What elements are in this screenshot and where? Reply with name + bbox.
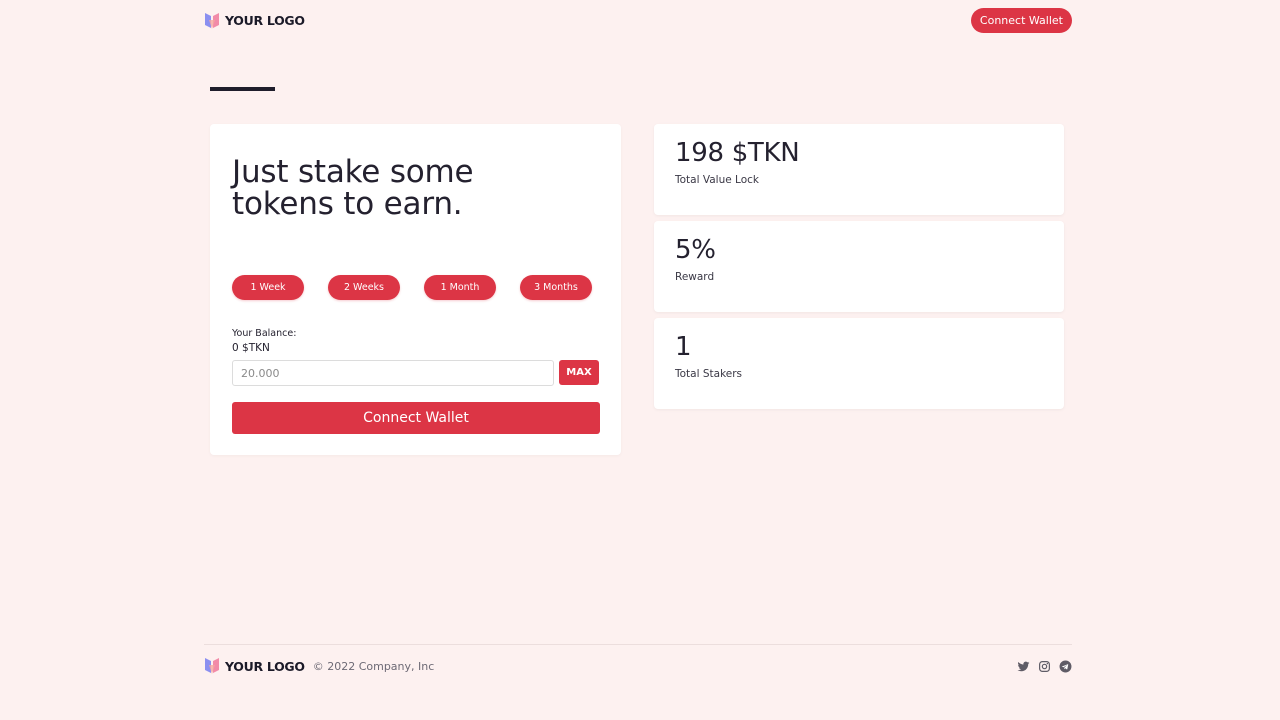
footer-divider	[204, 644, 1072, 645]
period-button-2-weeks[interactable]: 2 Weeks	[328, 275, 400, 300]
social-links	[1017, 660, 1072, 673]
logo-icon	[205, 658, 219, 674]
stake-connect-wallet-button[interactable]: Connect Wallet	[232, 402, 600, 434]
stake-card: Just stake some tokens to earn. 1 Week 2…	[210, 124, 621, 455]
site-header: YOUR LOGO Connect Wallet	[204, 8, 1072, 33]
header-logo[interactable]: YOUR LOGO	[204, 12, 305, 30]
stake-headline: Just stake some tokens to earn.	[232, 154, 474, 222]
period-selector: 1 Week 2 Weeks 1 Month 3 Months	[232, 275, 592, 300]
stat-card-total-stakers: 1 Total Stakers	[654, 318, 1064, 409]
copyright-text: © 2022 Company, Inc	[312, 659, 435, 673]
stat-value: 1	[675, 332, 692, 362]
footer-brand: YOUR LOGO © 2022 Company, Inc	[204, 657, 434, 675]
twitter-icon[interactable]	[1017, 660, 1030, 673]
logo-text: YOUR LOGO	[225, 658, 305, 674]
stake-amount-input[interactable]	[232, 360, 554, 386]
balance-value: 0 $TKN	[232, 342, 270, 354]
period-button-1-week[interactable]: 1 Week	[232, 275, 304, 300]
stat-card-total-value-lock: 198 $TKN Total Value Lock	[654, 124, 1064, 215]
telegram-icon[interactable]	[1059, 660, 1072, 673]
instagram-icon[interactable]	[1038, 660, 1051, 673]
header-connect-wallet-button[interactable]: Connect Wallet	[970, 8, 1072, 33]
period-button-1-month[interactable]: 1 Month	[424, 275, 496, 300]
stat-value: 5%	[675, 235, 716, 265]
site-footer: YOUR LOGO © 2022 Company, Inc	[204, 656, 1072, 676]
stat-label: Total Value Lock	[675, 174, 759, 186]
logo-text: YOUR LOGO	[225, 13, 305, 28]
max-button[interactable]: MAX	[559, 360, 599, 385]
period-button-3-months[interactable]: 3 Months	[520, 275, 592, 300]
balance-label: Your Balance:	[232, 328, 297, 339]
stat-value: 198 $TKN	[675, 138, 800, 168]
logo-icon	[205, 12, 219, 29]
stat-label: Total Stakers	[675, 368, 743, 380]
stat-label: Reward	[675, 271, 715, 283]
stat-card-reward: 5% Reward	[654, 221, 1064, 312]
title-accent-bar	[210, 87, 275, 91]
footer-logo[interactable]: YOUR LOGO	[204, 657, 305, 675]
